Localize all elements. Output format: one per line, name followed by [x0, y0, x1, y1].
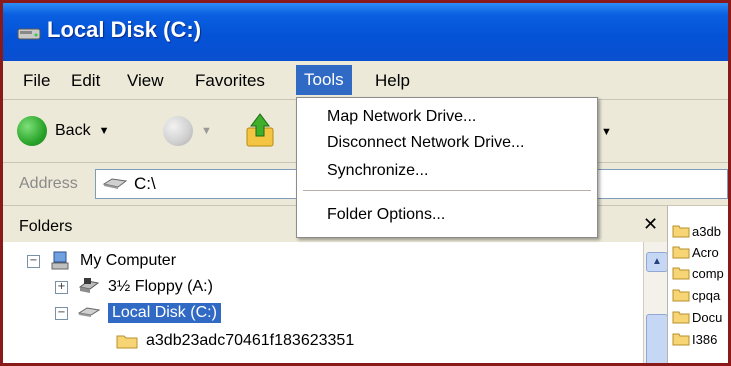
- menu-separator: [303, 190, 591, 191]
- folder-icon: [672, 333, 690, 346]
- hard-disk-icon: [78, 307, 100, 317]
- forward-button[interactable]: ▼: [163, 114, 212, 148]
- explorer-window: Local Disk (C:) File Edit View Favorites…: [0, 0, 731, 366]
- menu-tools[interactable]: Tools: [296, 65, 352, 95]
- menu-file[interactable]: File: [17, 69, 56, 93]
- up-folder-icon[interactable]: [243, 110, 277, 150]
- content-pane: a3db Acro comp cpqa Docu I386: [667, 206, 728, 363]
- folder-icon: [672, 267, 690, 280]
- folders-title: Folders: [19, 218, 73, 235]
- menu-item-folder-options[interactable]: Folder Options...: [327, 206, 445, 224]
- forward-arrow-icon: [163, 116, 193, 146]
- content-item[interactable]: cpqa: [672, 284, 720, 306]
- content-item[interactable]: I386: [672, 328, 717, 350]
- menu-item-synchronize[interactable]: Synchronize...: [327, 162, 428, 180]
- floppy-drive-icon: [78, 278, 100, 293]
- folder-icon: [116, 335, 138, 349]
- content-item[interactable]: Docu: [672, 306, 722, 328]
- address-label: Address: [19, 175, 78, 192]
- menu-view[interactable]: View: [121, 69, 170, 93]
- collapse-icon[interactable]: −: [27, 254, 40, 268]
- tools-menu: Map Network Drive... Disconnect Network …: [296, 97, 598, 238]
- my-computer-icon: [51, 251, 69, 270]
- back-arrow-icon: [17, 116, 47, 146]
- menu-edit[interactable]: Edit: [65, 69, 106, 93]
- folder-icon: [672, 246, 690, 259]
- content-item-label: cpqa: [692, 287, 721, 303]
- title-bar[interactable]: Local Disk (C:): [3, 3, 728, 61]
- content-item-label: Docu: [692, 309, 723, 325]
- close-icon[interactable]: ✕: [643, 214, 658, 235]
- folder-icon: [672, 289, 690, 302]
- tree-item-label: Local Disk (C:): [108, 303, 221, 323]
- content-item[interactable]: comp: [672, 262, 724, 284]
- back-button[interactable]: Back ▼: [17, 114, 109, 148]
- tree-item-folder[interactable]: a3db23adc70461f183623351: [116, 328, 354, 354]
- tree-item-local-disk[interactable]: − Local Disk (C:): [55, 300, 221, 326]
- menu-bar: File Edit View Favorites Tools Help: [3, 61, 728, 100]
- folder-icon: [672, 311, 690, 324]
- folder-icon: [672, 225, 690, 238]
- tree-item-label: 3½ Floppy (A:): [108, 278, 213, 295]
- hard-disk-icon: [17, 28, 41, 40]
- content-item[interactable]: Acro: [672, 241, 719, 263]
- tree-scrollbar[interactable]: ▲: [643, 242, 668, 363]
- menu-favorites[interactable]: Favorites: [189, 69, 271, 93]
- content-item-label: I386: [692, 331, 718, 347]
- content-item[interactable]: a3db: [672, 220, 721, 242]
- menu-item-disconnect-network-drive[interactable]: Disconnect Network Drive...: [327, 134, 524, 152]
- tree-item-label: My Computer: [80, 252, 177, 269]
- menu-help[interactable]: Help: [369, 69, 416, 93]
- back-label: Back: [55, 122, 91, 139]
- tree-item-floppy[interactable]: + 3½ Floppy (A:): [55, 274, 213, 300]
- dropdown-arrow-icon[interactable]: ▼: [201, 125, 212, 137]
- expand-icon[interactable]: +: [55, 280, 68, 294]
- content-item-label: comp: [692, 265, 724, 281]
- tree-item-label: a3db23adc70461f183623351: [146, 332, 355, 349]
- content-item-label: Acro: [692, 244, 719, 260]
- tree-item-my-computer[interactable]: − My Computer: [27, 248, 176, 274]
- views-dropdown-arrow-icon[interactable]: ▼: [601, 126, 612, 138]
- content-item-label: a3db: [692, 223, 721, 239]
- scroll-thumb[interactable]: [646, 314, 668, 363]
- dropdown-arrow-icon[interactable]: ▼: [99, 125, 110, 137]
- collapse-icon[interactable]: −: [55, 306, 68, 320]
- window-title: Local Disk (C:): [47, 17, 202, 42]
- address-value: C:\: [134, 174, 156, 193]
- folder-tree: − My Computer + 3½ Floppy (A:) − Local D…: [3, 242, 643, 363]
- scroll-up-icon[interactable]: ▲: [646, 252, 668, 272]
- hard-disk-icon: [102, 178, 128, 189]
- menu-item-map-network-drive[interactable]: Map Network Drive...: [327, 108, 476, 126]
